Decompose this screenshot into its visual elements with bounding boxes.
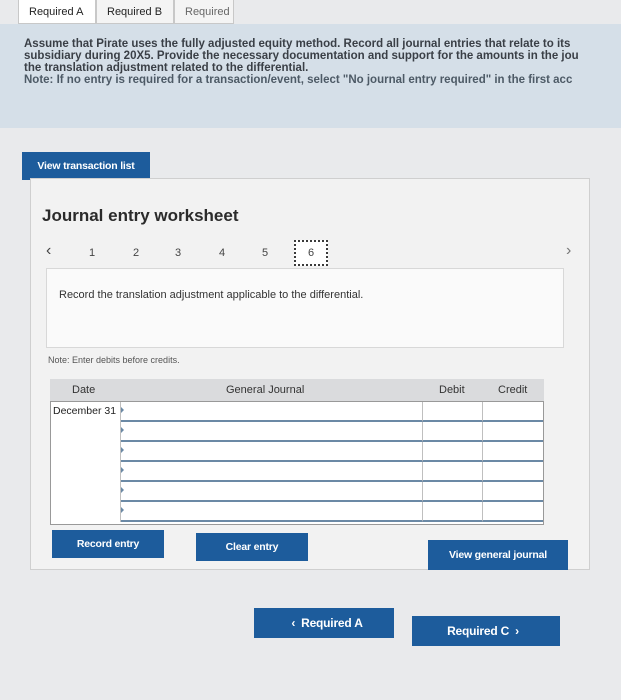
header-date: Date <box>72 384 96 396</box>
tab-required-c[interactable]: Required C <box>174 0 234 24</box>
date-cell[interactable]: December 31 <box>51 402 121 422</box>
header-debit: Debit <box>439 384 465 396</box>
entry-description: Record the translation adjustment applic… <box>46 268 564 348</box>
table-row: December 31 <box>51 402 543 422</box>
instructions-line-3: the translation adjustment related to th… <box>24 62 309 74</box>
credit-input[interactable] <box>483 502 543 522</box>
chevron-left-icon: ‹ <box>291 616 296 630</box>
instructions-line-2: subsidiary during 20X5. Provide the nece… <box>24 50 579 62</box>
credit-input[interactable] <box>483 402 543 422</box>
table-row <box>51 482 543 502</box>
header-credit: Credit <box>498 384 528 396</box>
entry-description-text: Record the translation adjustment applic… <box>59 289 364 301</box>
record-entry-button[interactable]: Record entry <box>52 530 164 558</box>
date-cell[interactable] <box>51 442 121 462</box>
debit-input[interactable] <box>423 482 483 502</box>
instructions-note: Note: If no entry is required for a tran… <box>24 74 573 86</box>
page-6-link[interactable]: 6 <box>294 240 328 266</box>
clear-entry-button[interactable]: Clear entry <box>196 533 308 561</box>
date-cell[interactable] <box>51 422 121 442</box>
instructions-panel: Assume that Pirate uses the fully adjust… <box>0 24 621 128</box>
credit-input[interactable] <box>483 482 543 502</box>
account-select[interactable] <box>121 402 423 422</box>
journal-header: Date General Journal Debit Credit <box>50 379 544 401</box>
table-row <box>51 442 543 462</box>
chevron-left-icon[interactable]: ‹ <box>46 242 51 260</box>
chevron-right-icon: › <box>515 624 519 638</box>
debit-input[interactable] <box>423 442 483 462</box>
table-row <box>51 502 543 522</box>
credit-input[interactable] <box>483 442 543 462</box>
next-required-c-button[interactable]: Required C › <box>412 616 560 646</box>
page-1-link[interactable]: 1 <box>84 247 100 259</box>
account-select[interactable] <box>121 442 423 462</box>
worksheet-pager: ‹ 1 2 3 4 5 6 › <box>40 240 590 270</box>
account-select[interactable] <box>121 502 423 522</box>
page-2-link[interactable]: 2 <box>128 247 144 259</box>
account-select[interactable] <box>121 462 423 482</box>
tab-required-b[interactable]: Required B <box>96 0 174 24</box>
account-select[interactable] <box>121 482 423 502</box>
debit-input[interactable] <box>423 502 483 522</box>
prev-button-label: Required A <box>301 616 363 630</box>
header-general-journal: General Journal <box>226 384 305 396</box>
account-select[interactable] <box>121 422 423 442</box>
view-general-journal-button[interactable]: View general journal <box>428 540 568 570</box>
credit-input[interactable] <box>483 422 543 442</box>
page-4-link[interactable]: 4 <box>214 247 230 259</box>
debits-note: Note: Enter debits before credits. <box>48 355 180 365</box>
debit-input[interactable] <box>423 402 483 422</box>
date-cell[interactable] <box>51 482 121 502</box>
next-button-label: Required C <box>447 624 510 638</box>
tab-bar: Required A Required B Required C <box>0 0 621 24</box>
credit-input[interactable] <box>483 462 543 482</box>
worksheet-title: Journal entry worksheet <box>42 206 239 225</box>
page-5-link[interactable]: 5 <box>257 247 273 259</box>
chevron-right-icon[interactable]: › <box>566 242 571 260</box>
table-row <box>51 422 543 442</box>
table-row <box>51 462 543 482</box>
tab-required-a[interactable]: Required A <box>18 0 96 24</box>
debit-input[interactable] <box>423 462 483 482</box>
view-transaction-list-button[interactable]: View transaction list <box>22 152 150 180</box>
journal-table: Date General Journal Debit Credit Decemb… <box>50 379 544 525</box>
date-cell[interactable] <box>51 502 121 522</box>
instructions-line-1: Assume that Pirate uses the fully adjust… <box>24 38 571 50</box>
page-3-link[interactable]: 3 <box>170 247 186 259</box>
debit-input[interactable] <box>423 422 483 442</box>
prev-required-a-button[interactable]: ‹ Required A <box>254 608 394 638</box>
date-cell[interactable] <box>51 462 121 482</box>
journal-grid: December 31 <box>50 401 544 525</box>
